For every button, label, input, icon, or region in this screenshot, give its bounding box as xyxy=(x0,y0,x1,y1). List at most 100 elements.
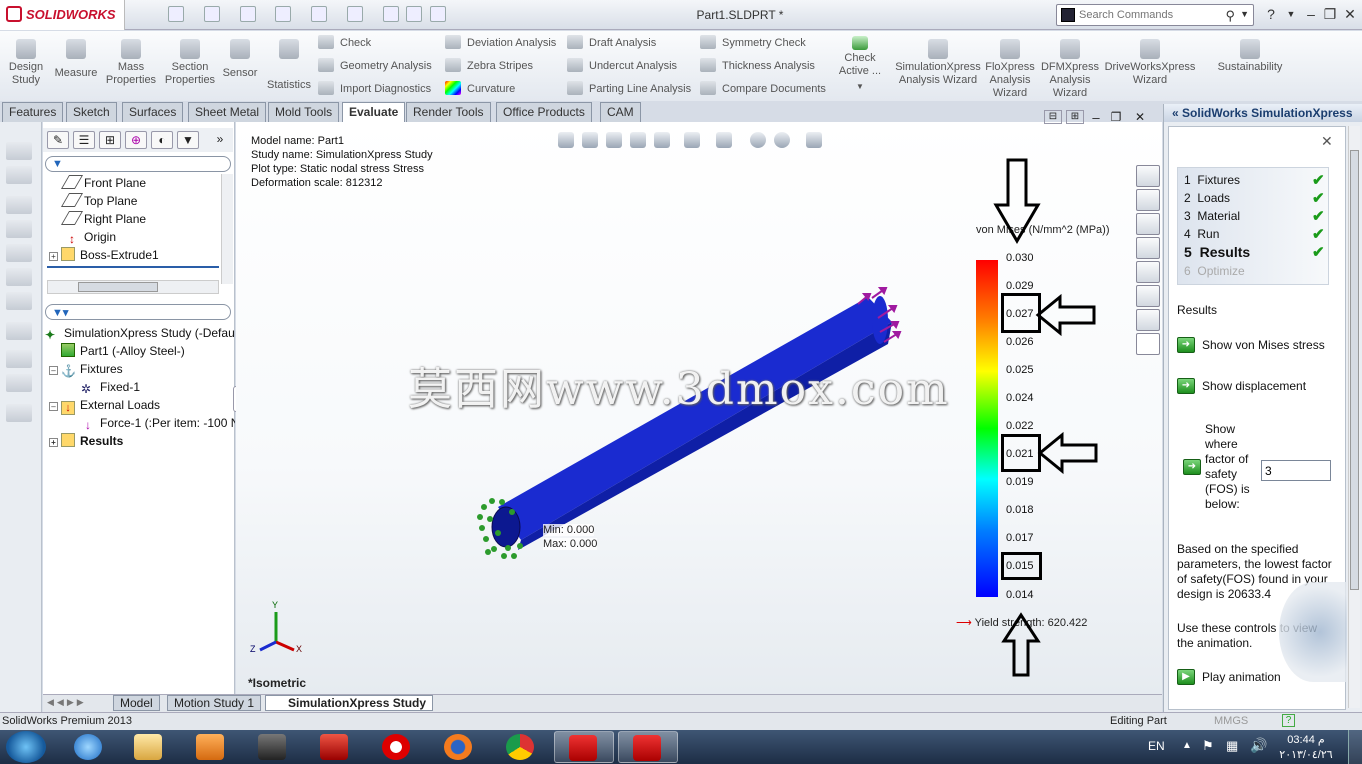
tree-item-fixtures[interactable]: – ⚓ Fixtures xyxy=(49,360,123,378)
pattern-tool-icon[interactable] xyxy=(6,322,32,340)
sketch-tool-icon[interactable] xyxy=(6,142,32,160)
simulation-tab-icon[interactable]: ▼ xyxy=(177,131,199,149)
play-animation-link[interactable]: Play animation xyxy=(1202,670,1281,685)
start-button[interactable] xyxy=(6,731,46,763)
search-input[interactable] xyxy=(1079,7,1229,23)
print-icon[interactable] xyxy=(275,6,291,22)
fillet-tool-icon[interactable] xyxy=(6,292,32,310)
horizontal-scrollbar[interactable] xyxy=(47,280,219,294)
dfmxpress-button[interactable]: DFMXpress Analysis Wizard xyxy=(1040,39,1100,100)
tab-surfaces[interactable]: Surfaces xyxy=(122,102,184,122)
taskbar-media-player[interactable] xyxy=(182,731,242,763)
simulation-filter[interactable]: ▼▾ xyxy=(45,304,231,320)
show-displacement-link[interactable]: Show displacement xyxy=(1202,379,1306,394)
sweep-tool-icon[interactable] xyxy=(6,244,32,262)
feature-filter[interactable]: ▼ xyxy=(45,156,231,172)
step-loads[interactable]: 2 Loads xyxy=(1184,191,1230,205)
step-optimize[interactable]: 6 Optimize xyxy=(1184,264,1245,278)
propertymanager-tab-icon[interactable]: ☰ xyxy=(73,131,95,149)
taskbar-firefox[interactable] xyxy=(430,731,490,763)
check-button[interactable]: Check xyxy=(318,34,432,52)
tab-sketch[interactable]: Sketch xyxy=(66,102,117,122)
thickness-analysis-button[interactable]: Thickness Analysis xyxy=(700,57,826,75)
curves-tool-icon[interactable] xyxy=(6,350,32,368)
loft-tool-icon[interactable] xyxy=(6,268,32,286)
show-displacement-button[interactable]: ➜ xyxy=(1177,378,1195,394)
tree-item-part[interactable]: Part1 (-Alloy Steel-) xyxy=(61,342,185,360)
step-results[interactable]: 5 Results xyxy=(1184,244,1250,260)
taskbar-solidworks-1[interactable] xyxy=(554,731,614,763)
geometry-analysis-button[interactable]: Geometry Analysis xyxy=(318,57,432,75)
parting-line-analysis-button[interactable]: Parting Line Analysis xyxy=(567,80,691,98)
step-material[interactable]: 3 Material xyxy=(1184,209,1240,223)
file-explorer-icon[interactable] xyxy=(1136,237,1160,259)
open-icon[interactable] xyxy=(204,6,220,22)
custom-properties-icon[interactable] xyxy=(1136,309,1160,331)
close-icon[interactable]: ✕ xyxy=(1341,6,1359,23)
undercut-analysis-button[interactable]: Undercut Analysis xyxy=(567,57,691,75)
search-commands[interactable]: ⚲ ▼ xyxy=(1056,4,1254,26)
tab-features[interactable]: Features xyxy=(2,102,64,122)
language-indicator[interactable]: EN xyxy=(1148,739,1165,753)
mass-properties-button[interactable]: Mass Properties xyxy=(104,39,158,87)
close-icon[interactable]: ✕ xyxy=(1321,133,1333,150)
home-icon[interactable] xyxy=(1136,189,1160,211)
tree-item-top-plane[interactable]: Top Plane xyxy=(60,192,137,210)
clock-time[interactable]: 03:44 م xyxy=(1276,733,1336,746)
design-library-icon[interactable] xyxy=(1136,213,1160,235)
featuremanager-tab-icon[interactable]: ✎ xyxy=(47,131,69,149)
sensor-button[interactable]: Sensor xyxy=(220,39,260,80)
minimize-icon[interactable]: – xyxy=(1302,6,1320,22)
new-document-icon[interactable] xyxy=(168,6,184,22)
section-properties-button[interactable]: Section Properties xyxy=(162,39,218,87)
show-desktop-button[interactable] xyxy=(1348,730,1362,764)
step-fixtures[interactable]: 1 Fixtures xyxy=(1184,173,1240,187)
show-hidden-icons[interactable]: ▲ xyxy=(1182,740,1192,751)
play-animation-button[interactable]: ▶ xyxy=(1177,669,1195,685)
simulationxpress-button[interactable]: SimulationXpress Analysis Wizard xyxy=(892,39,984,87)
taskbar-camera-app[interactable] xyxy=(244,731,304,763)
floxpress-button[interactable]: FloXpress Analysis Wizard xyxy=(984,39,1036,100)
taskbar-internet-explorer[interactable] xyxy=(60,731,120,763)
collapse-icon[interactable]: – xyxy=(49,366,58,375)
taskbar-chrome[interactable] xyxy=(492,731,552,763)
clock-date[interactable]: ٢٠١٣/٠٤/٢٦ xyxy=(1276,748,1336,761)
misc-tool-icon[interactable] xyxy=(6,404,32,422)
panel-scrollbar[interactable] xyxy=(1348,126,1360,708)
revolve-tool-icon[interactable] xyxy=(6,220,32,238)
tree-item-study[interactable]: ✦ SimulationXpress Study (-Defaul xyxy=(45,324,235,342)
action-center-icon[interactable]: ⚑ xyxy=(1202,738,1214,754)
show-fos-button[interactable]: ➜ xyxy=(1183,459,1201,475)
dimxpert-tab-icon[interactable]: ⊕ xyxy=(125,131,147,149)
tree-item-external-loads[interactable]: – ↓ External Loads xyxy=(49,396,160,415)
show-von-mises-button[interactable]: ➜ xyxy=(1177,337,1195,353)
tab-motion-study[interactable]: Motion Study 1 xyxy=(167,695,262,711)
fos-input[interactable] xyxy=(1261,460,1331,481)
taskbar-file-explorer[interactable] xyxy=(120,731,180,763)
help-dropdown-icon[interactable]: ▼ xyxy=(1282,9,1300,19)
show-von-mises-link[interactable]: Show von Mises stress xyxy=(1202,338,1325,353)
curvature-button[interactable]: Curvature xyxy=(445,80,556,98)
sustainability-button[interactable]: Sustainability xyxy=(1210,39,1290,74)
file-properties-icon[interactable] xyxy=(406,6,422,22)
deviation-analysis-button[interactable]: Deviation Analysis xyxy=(445,34,556,52)
expand-icon[interactable]: + xyxy=(49,438,58,447)
beam-model[interactable] xyxy=(491,296,892,550)
tree-item-right-plane[interactable]: Right Plane xyxy=(60,210,146,228)
tab-office-products[interactable]: Office Products xyxy=(496,102,592,122)
tree-item-front-plane[interactable]: Front Plane xyxy=(60,174,146,192)
tree-item-results[interactable]: + Results xyxy=(49,432,123,450)
tab-navigation-icons[interactable]: ◀◀▶▶ xyxy=(47,697,87,708)
taskbar-solidworks-2[interactable] xyxy=(618,731,678,763)
configurationmanager-tab-icon[interactable]: ⊞ xyxy=(99,131,121,149)
simulationxpress-pane-icon[interactable] xyxy=(1136,333,1160,355)
expand-tabs-icon[interactable]: » xyxy=(209,131,231,149)
display-manager-tab-icon[interactable]: ◐ xyxy=(151,131,173,149)
network-icon[interactable]: ▦ xyxy=(1226,738,1238,754)
help-status-icon[interactable]: ? xyxy=(1282,714,1295,727)
scrollbar-thumb[interactable] xyxy=(1350,150,1359,590)
design-study-button[interactable]: Design Study xyxy=(4,39,48,87)
help-icon[interactable]: ? xyxy=(1262,6,1280,22)
statistics-button[interactable]: Statistics xyxy=(264,39,314,92)
driveworksxpress-button[interactable]: DriveWorksXpress Wizard xyxy=(1104,39,1196,87)
